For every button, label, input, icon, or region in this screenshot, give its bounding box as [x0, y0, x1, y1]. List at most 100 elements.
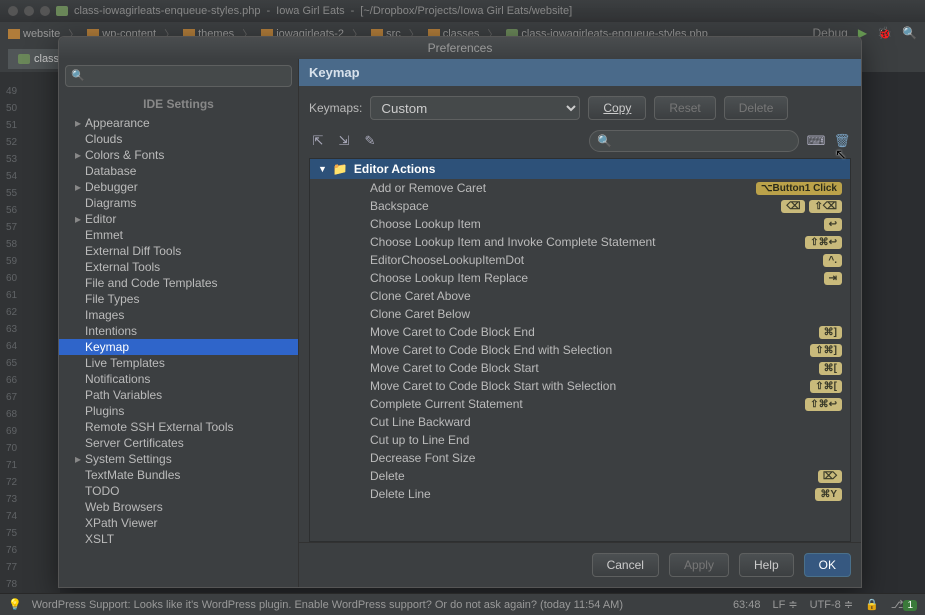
tree-item-keymap[interactable]: Keymap	[59, 339, 298, 355]
find-by-shortcut-icon[interactable]: ⌨	[807, 132, 825, 150]
edit-icon[interactable]: ✎	[361, 132, 379, 150]
tree-item-images[interactable]: Images	[59, 307, 298, 323]
tree-item-label: Web Browsers	[85, 500, 163, 514]
action-row[interactable]: Clone Caret Below	[310, 305, 850, 323]
action-row[interactable]: Delete⌦	[310, 467, 850, 485]
tree-item-file-types[interactable]: File Types	[59, 291, 298, 307]
expand-all-icon[interactable]: ⇱	[309, 132, 327, 150]
ok-button[interactable]: OK	[804, 553, 851, 577]
delete-button[interactable]: Delete	[724, 96, 789, 120]
action-row[interactable]: EditorChooseLookupItemDot^.	[310, 251, 850, 269]
tree-item-system-settings[interactable]: ▸System Settings	[59, 451, 298, 467]
tree-item-file-and-code-templates[interactable]: File and Code Templates	[59, 275, 298, 291]
tree-item-notifications[interactable]: Notifications	[59, 371, 298, 387]
tree-item-emmet[interactable]: Emmet	[59, 227, 298, 243]
status-message[interactable]: WordPress Support: Looks like it's WordP…	[32, 599, 623, 611]
tree-item-server-certificates[interactable]: Server Certificates	[59, 435, 298, 451]
action-row[interactable]: Complete Current Statement⇧⌘↩	[310, 395, 850, 413]
line-number: 61	[0, 290, 60, 307]
help-button[interactable]: Help	[739, 553, 794, 577]
editor-actions-group[interactable]: ▼ 📁 Editor Actions	[310, 159, 850, 179]
line-separator[interactable]: LF ≑	[772, 598, 797, 611]
tree-item-external-diff-tools[interactable]: External Diff Tools	[59, 243, 298, 259]
action-row[interactable]: Choose Lookup Item Replace⇥	[310, 269, 850, 287]
collapse-all-icon[interactable]: ⇲	[335, 132, 353, 150]
tree-item-live-templates[interactable]: Live Templates	[59, 355, 298, 371]
tree-item-debugger[interactable]: ▸Debugger	[59, 179, 298, 195]
action-search-input[interactable]	[589, 130, 799, 152]
tree-item-plugins[interactable]: Plugins	[59, 403, 298, 419]
settings-tree[interactable]: ▸AppearanceClouds▸Colors & FontsDatabase…	[59, 115, 298, 587]
git-indicator[interactable]: ⎇1	[891, 598, 917, 611]
caret-position[interactable]: 63:48	[733, 599, 761, 611]
shortcut-badge: ⌦	[818, 470, 842, 483]
copy-button[interactable]: Copy	[588, 96, 646, 120]
action-row[interactable]: Move Caret to Code Block End⌘]	[310, 323, 850, 341]
tree-item-database[interactable]: Database	[59, 163, 298, 179]
tree-item-clouds[interactable]: Clouds	[59, 131, 298, 147]
keymaps-select[interactable]: Custom	[370, 96, 580, 120]
tree-item-label: File Types	[85, 292, 139, 306]
shortcut-badge: ⇧⌘↩	[805, 236, 842, 249]
keymaps-label: Keymaps:	[309, 101, 362, 115]
line-number: 57	[0, 222, 60, 239]
action-label: Backspace	[370, 199, 777, 213]
tree-item-label: TODO	[85, 484, 119, 498]
tree-item-textmate-bundles[interactable]: TextMate Bundles	[59, 467, 298, 483]
close-dot[interactable]	[8, 6, 18, 16]
tree-item-intentions[interactable]: Intentions	[59, 323, 298, 339]
tree-item-appearance[interactable]: ▸Appearance	[59, 115, 298, 131]
encoding[interactable]: UTF-8 ≑	[810, 598, 853, 611]
preferences-sidebar: 🔍 IDE Settings ▸AppearanceClouds▸Colors …	[59, 59, 299, 587]
reset-button[interactable]: Reset	[654, 96, 715, 120]
tree-item-remote-ssh-external-tools[interactable]: Remote SSH External Tools	[59, 419, 298, 435]
mouse-cursor-icon: ↖	[835, 146, 847, 163]
tree-item-path-variables[interactable]: Path Variables	[59, 387, 298, 403]
tree-item-xpath-viewer[interactable]: XPath Viewer	[59, 515, 298, 531]
tree-item-diagrams[interactable]: Diagrams	[59, 195, 298, 211]
action-label: Cut Line Backward	[370, 415, 842, 429]
settings-search-input[interactable]	[65, 65, 292, 87]
line-number: 74	[0, 511, 60, 528]
preferences-main: Keymap Keymaps: Custom Copy Reset Delete…	[299, 59, 861, 587]
max-dot[interactable]	[40, 6, 50, 16]
search-icon[interactable]: 🔍	[902, 26, 917, 40]
lock-icon[interactable]: 🔒	[865, 598, 879, 611]
action-row[interactable]: Cut Line Backward	[310, 413, 850, 431]
line-number: 58	[0, 239, 60, 256]
actions-tree[interactable]: ▼ 📁 Editor Actions Add or Remove Caret⌥B…	[309, 158, 851, 542]
window-controls[interactable]	[8, 6, 50, 16]
action-label: Cut up to Line End	[370, 433, 842, 447]
tree-item-todo[interactable]: TODO	[59, 483, 298, 499]
action-label: Move Caret to Code Block Start	[370, 361, 815, 375]
action-row[interactable]: Choose Lookup Item and Invoke Complete S…	[310, 233, 850, 251]
action-row[interactable]: Choose Lookup Item↩	[310, 215, 850, 233]
action-label: EditorChooseLookupItemDot	[370, 253, 819, 267]
action-row[interactable]: Add or Remove Caret⌥Button1 Click	[310, 179, 850, 197]
tree-item-label: Colors & Fonts	[85, 148, 164, 162]
action-row[interactable]: Move Caret to Code Block Start⌘[	[310, 359, 850, 377]
cancel-button[interactable]: Cancel	[592, 553, 659, 577]
tree-item-web-browsers[interactable]: Web Browsers	[59, 499, 298, 515]
action-row[interactable]: Delete Line⌘Y	[310, 485, 850, 503]
tree-item-colors-&-fonts[interactable]: ▸Colors & Fonts	[59, 147, 298, 163]
action-label: Choose Lookup Item and Invoke Complete S…	[370, 235, 801, 249]
tree-item-xslt[interactable]: XSLT	[59, 531, 298, 547]
tree-item-label: Editor	[85, 212, 116, 226]
breadcrumb-item[interactable]: website	[8, 28, 60, 40]
tree-item-external-tools[interactable]: External Tools	[59, 259, 298, 275]
action-row[interactable]: Clone Caret Above	[310, 287, 850, 305]
action-row[interactable]: Decrease Font Size	[310, 449, 850, 467]
action-row[interactable]: Cut up to Line End	[310, 431, 850, 449]
action-row[interactable]: Move Caret to Code Block End with Select…	[310, 341, 850, 359]
action-row[interactable]: Move Caret to Code Block Start with Sele…	[310, 377, 850, 395]
status-hint-icon: 💡	[8, 598, 22, 611]
apply-button[interactable]: Apply	[669, 553, 729, 577]
min-dot[interactable]	[24, 6, 34, 16]
group-label: Editor Actions	[354, 162, 436, 176]
action-row[interactable]: Backspace⌫⇧⌫	[310, 197, 850, 215]
line-number: 65	[0, 358, 60, 375]
debug-icon[interactable]: 🐞	[877, 26, 892, 40]
tree-item-editor[interactable]: ▸Editor	[59, 211, 298, 227]
line-number: 60	[0, 273, 60, 290]
